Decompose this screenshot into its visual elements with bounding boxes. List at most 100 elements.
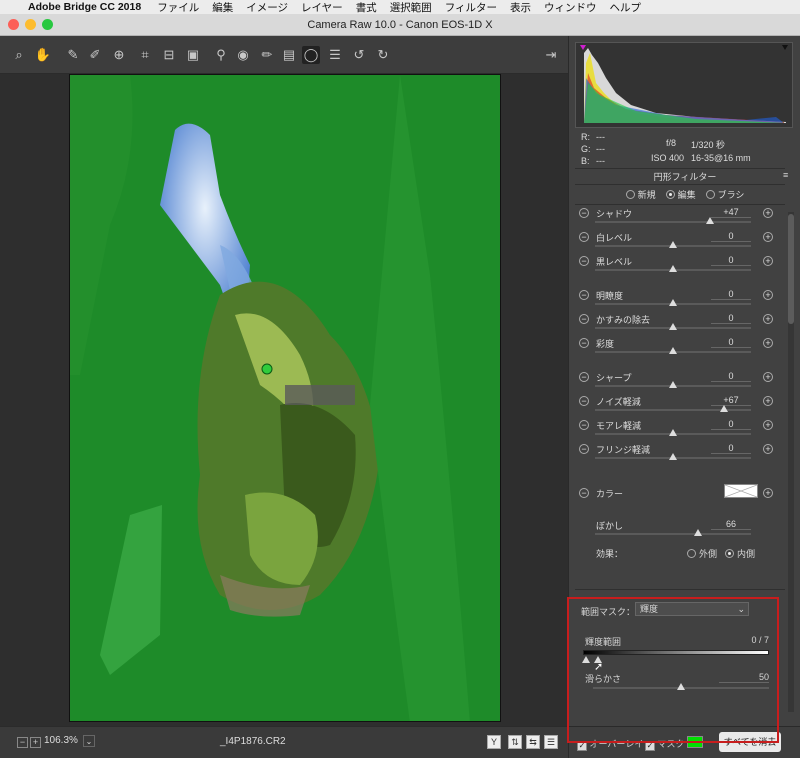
zoom-in-button[interactable]: + [30,737,41,748]
decrease-icon[interactable]: − [579,290,589,300]
increase-icon[interactable]: + [763,290,773,300]
rotate-left-icon[interactable]: ↺ [350,46,368,64]
radio-selected-icon [665,190,675,199]
swap-icon[interactable]: ⇆ [526,735,540,749]
open-preferences-icon[interactable]: ⇥ [542,46,560,64]
crop-icon[interactable]: ⌗ [136,46,154,64]
slider-value[interactable]: 0 [711,371,751,382]
effect-inside-option[interactable]: 内側 [725,547,755,560]
menu-item[interactable]: フィルター [445,0,497,15]
decrease-icon[interactable]: − [579,208,589,218]
graduated-filter-icon[interactable]: ▤ [280,46,298,64]
slider-thumb[interactable] [669,265,677,272]
slider-thumb[interactable] [720,405,729,412]
increase-icon[interactable]: + [763,396,773,406]
mode-new[interactable]: 新規 [625,188,656,201]
effect-outside-option[interactable]: 外側 [687,547,717,560]
zoom-out-button[interactable]: − [17,737,28,748]
increase-icon[interactable]: + [763,232,773,242]
white-balance-icon[interactable]: ✎ [64,46,82,64]
slider-thumb[interactable] [706,217,715,224]
photo-preview[interactable] [69,74,501,722]
zoom-icon[interactable]: ⌕ [10,46,28,64]
color-sampler-icon[interactable]: ✐ [86,46,104,64]
decrease-icon[interactable]: − [579,396,589,406]
color-swatch[interactable] [724,484,758,498]
menu-item[interactable]: イメージ [246,0,288,15]
slider-value[interactable]: 0 [711,255,751,266]
feather-slider-thumb[interactable] [693,529,702,536]
menu-item[interactable]: ウィンドウ [544,0,597,15]
decrease-icon[interactable]: − [579,314,589,324]
slider-value[interactable]: 0 [711,337,751,348]
slider-thumb[interactable] [669,347,677,354]
slider-value[interactable]: 0 [711,419,751,430]
decrease-icon[interactable]: − [579,488,589,498]
workflow-y-icon[interactable]: Y [487,735,501,749]
divider [575,204,785,205]
slider-thumb[interactable] [669,323,677,330]
decrease-icon[interactable]: − [579,372,589,382]
slider-row: − 白レベル 0 + [569,231,800,256]
menu-item[interactable]: 表示 [510,0,531,15]
slider-track[interactable] [595,221,751,223]
slider-thumb[interactable] [669,241,677,248]
increase-icon[interactable]: + [763,372,773,382]
decrease-icon[interactable]: − [579,444,589,454]
hand-icon[interactable]: ✋ [34,46,52,64]
rotate-right-icon[interactable]: ↻ [374,46,392,64]
feather-value[interactable]: 66 [711,519,751,530]
menu-item[interactable]: 選択範囲 [390,0,432,15]
compare-icon[interactable]: ⇅ [508,735,522,749]
masked-forest-image [70,75,500,721]
red-eye-icon[interactable]: ◉ [234,46,252,64]
increase-icon[interactable]: + [763,256,773,266]
slider-value[interactable]: 0 [711,289,751,300]
menu-item[interactable]: 編集 [212,0,233,15]
zoom-dropdown-icon[interactable]: ⌄ [83,735,95,747]
close-window-button[interactable] [8,19,19,30]
slider-thumb[interactable] [669,381,677,388]
increase-icon[interactable]: + [763,488,773,498]
zoom-level[interactable]: 106.3% [44,735,78,746]
image-canvas[interactable] [0,74,568,726]
decrease-icon[interactable]: − [579,232,589,242]
slider-thumb[interactable] [669,299,677,306]
radio-selected-icon [725,549,734,558]
menu-item[interactable]: ファイル [157,0,199,15]
zoom-window-button[interactable] [42,19,53,30]
panel-menu-icon[interactable]: ≡ [783,170,788,180]
menu-item[interactable]: 書式 [356,0,377,15]
straighten-icon[interactable]: ⊟ [160,46,178,64]
presets-icon[interactable]: ☰ [326,46,344,64]
menu-item[interactable]: レイヤー [301,0,343,15]
app-name[interactable]: Adobe Bridge CC 2018 [28,1,141,13]
mode-edit[interactable]: 編集 [665,188,696,201]
slider-row: − 黒レベル 0 + [569,255,800,280]
feather-track[interactable] [595,533,751,535]
radial-filter-icon[interactable]: ◯ [302,46,320,64]
menu-item[interactable]: ヘルプ [609,0,641,15]
targeted-adjustment-icon[interactable]: ⊕ [110,46,128,64]
slider-thumb[interactable] [669,429,677,436]
decrease-icon[interactable]: − [579,338,589,348]
increase-icon[interactable]: + [763,338,773,348]
minimize-window-button[interactable] [25,19,36,30]
view-settings-icon[interactable]: ☰ [544,735,558,749]
slider-value[interactable]: 0 [711,231,751,242]
adjustment-brush-icon[interactable]: ✏ [258,46,276,64]
increase-icon[interactable]: + [763,444,773,454]
mode-brush[interactable]: ブラシ [705,188,744,201]
slider-value[interactable]: 0 [711,313,751,324]
increase-icon[interactable]: + [763,420,773,430]
slider-value[interactable]: +67 [711,395,751,406]
slider-value[interactable]: +47 [711,207,751,218]
slider-value[interactable]: 0 [711,443,751,454]
transform-icon[interactable]: ▣ [184,46,202,64]
spot-removal-icon[interactable]: ⚲ [212,46,230,64]
decrease-icon[interactable]: − [579,420,589,430]
decrease-icon[interactable]: − [579,256,589,266]
slider-thumb[interactable] [669,453,677,460]
increase-icon[interactable]: + [763,208,773,218]
increase-icon[interactable]: + [763,314,773,324]
